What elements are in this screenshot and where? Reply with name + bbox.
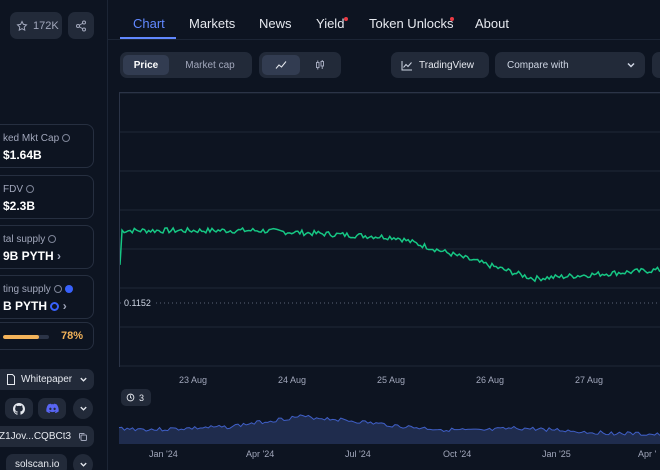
chart-more-button[interactable] — [652, 52, 660, 78]
line-chart-toggle[interactable] — [262, 55, 300, 75]
price-toggle[interactable]: Price — [123, 55, 169, 75]
whitepaper-label: Whitepaper — [21, 374, 73, 385]
price-line-up — [119, 226, 660, 283]
history-button[interactable]: 3 — [121, 389, 151, 406]
candle-chart-toggle[interactable] — [302, 55, 338, 75]
x-axis-label: 24 Aug — [278, 375, 307, 385]
circulating-supply-value: B PYTH — [3, 299, 48, 313]
star-icon — [16, 19, 28, 31]
more-explorers-button[interactable] — [73, 454, 93, 470]
explorer-label: solscan.io — [15, 459, 60, 470]
x-axis-label: 23 Aug — [179, 375, 208, 385]
chart-metric-toggle: Price Market cap — [120, 52, 252, 78]
more-links-button[interactable] — [73, 398, 93, 419]
tradingview-icon — [401, 60, 412, 70]
navigator-label: Apr ' — [638, 449, 657, 459]
circulating-progress: 78% — [0, 322, 94, 350]
share-icon — [76, 20, 86, 31]
market-cap-toggle[interactable]: Market cap — [171, 55, 249, 75]
total-supply-value: 9B PYTH — [3, 249, 54, 263]
info-icon[interactable] — [53, 285, 62, 293]
chevron-right-icon[interactable]: › — [57, 249, 61, 263]
history-icon — [126, 393, 135, 402]
unlocks-notification-dot — [450, 17, 454, 21]
market-cap-value: $1.64B — [3, 148, 42, 162]
verified-icon — [64, 285, 73, 293]
compare-placeholder: Compare with — [507, 59, 569, 71]
tab-bar: Chart Markets News Yield Token Unlocks A… — [108, 0, 660, 40]
github-icon — [13, 402, 25, 415]
line-chart-icon — [275, 61, 287, 69]
tradingview-button[interactable]: TradingView — [391, 52, 489, 78]
fdv-value: $2.3B — [3, 199, 36, 213]
supply-ring-icon — [50, 302, 60, 311]
navigator-label: Jan '24 — [149, 449, 178, 459]
progress-fill — [3, 335, 39, 339]
market-cap-label: ked Mkt Cap — [3, 133, 60, 144]
contract-address-text: Z1Jov...CQBCt3 — [0, 431, 72, 442]
info-icon[interactable] — [48, 235, 57, 243]
document-icon — [7, 374, 15, 385]
progress-track — [3, 335, 49, 339]
whitepaper-button[interactable]: Whitepaper — [0, 369, 94, 390]
sidebar: 172K ked Mkt Cap $1.64B FDV $2.3B tal su… — [0, 0, 108, 470]
tab-token-unlocks[interactable]: Token Unlocks — [369, 16, 454, 31]
navigator-label: Oct '24 — [443, 449, 472, 459]
fdv-card: FDV $2.3B — [0, 175, 94, 219]
compare-with-dropdown[interactable]: Compare with — [495, 52, 645, 78]
price-chart[interactable] — [119, 92, 660, 367]
discord-button[interactable] — [38, 398, 66, 419]
reference-price-label: 0.1152 — [122, 297, 153, 309]
x-axis-label: 27 Aug — [575, 375, 604, 385]
circulating-supply-label: ting supply — [3, 284, 51, 295]
navigator-label: Jul '24 — [345, 449, 371, 459]
active-tab-indicator — [120, 37, 176, 39]
navigator-area — [119, 414, 660, 444]
chevron-down-icon — [79, 406, 87, 411]
total-supply-card: tal supply 9B PYTH › — [0, 225, 94, 269]
chevron-down-icon — [627, 62, 635, 68]
candlestick-icon — [316, 60, 324, 70]
chevron-down-icon — [80, 377, 87, 382]
progress-percent: 78% — [60, 330, 83, 342]
share-button[interactable] — [68, 12, 94, 39]
tradingview-label: TradingView — [419, 59, 475, 71]
x-axis-label: 26 Aug — [476, 375, 505, 385]
navigator-label: Jan '25 — [542, 449, 571, 459]
market-cap-card: ked Mkt Cap $1.64B — [0, 124, 94, 168]
main-panel: Chart Markets News Yield Token Unlocks A… — [108, 0, 660, 470]
tab-yield[interactable]: Yield — [316, 16, 344, 31]
star-count: 172K — [33, 19, 59, 32]
chart-type-toggle — [259, 52, 341, 78]
x-axis-label: 25 Aug — [377, 375, 406, 385]
discord-icon — [45, 403, 59, 414]
total-supply-label: tal supply — [3, 234, 46, 245]
navigator-chart[interactable] — [119, 408, 660, 444]
explorer-link[interactable]: solscan.io — [6, 454, 67, 470]
fdv-label: FDV — [3, 184, 23, 195]
tab-chart[interactable]: Chart — [133, 16, 165, 31]
circulating-supply-card: ting supply B PYTH › — [0, 275, 94, 319]
chevron-right-icon[interactable]: › — [63, 299, 67, 313]
yield-notification-dot — [344, 17, 348, 21]
tab-about[interactable]: About — [475, 16, 509, 31]
info-icon[interactable] — [26, 185, 34, 193]
contract-address[interactable]: Z1Jov...CQBCt3 — [0, 426, 94, 447]
info-icon[interactable] — [62, 134, 71, 142]
github-button[interactable] — [5, 398, 33, 419]
tab-markets[interactable]: Markets — [189, 16, 235, 31]
watchlist-button[interactable]: 172K — [10, 12, 62, 39]
navigator-label: Apr '24 — [246, 449, 275, 459]
tab-news[interactable]: News — [259, 16, 292, 31]
copy-icon[interactable] — [78, 432, 88, 442]
price-chart-svg — [119, 92, 660, 367]
history-count: 3 — [139, 392, 145, 403]
chevron-down-icon — [79, 462, 87, 467]
